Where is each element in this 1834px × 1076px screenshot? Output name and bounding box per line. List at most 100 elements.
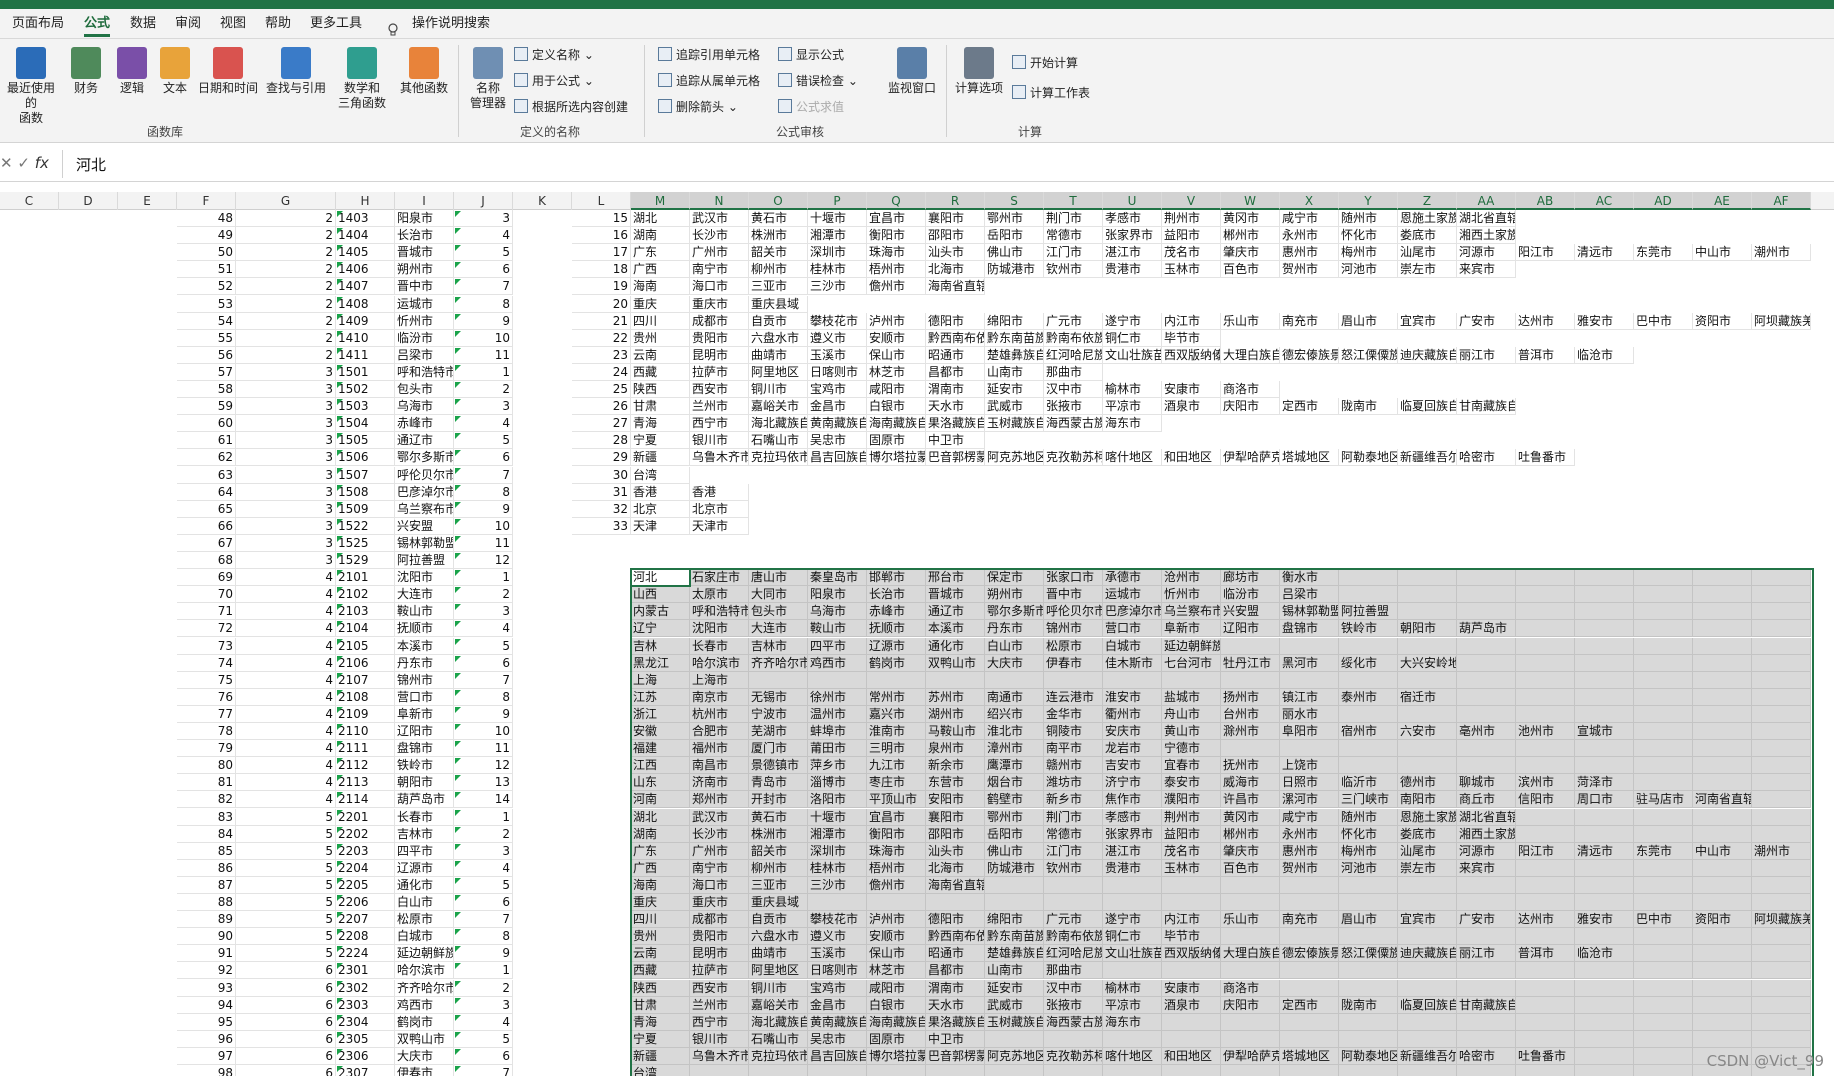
- cell-selected[interactable]: [1634, 979, 1693, 997]
- cell-selected[interactable]: [1044, 1030, 1103, 1048]
- cell-i[interactable]: 白城市: [395, 928, 454, 946]
- cell-selected[interactable]: 黄石市: [749, 808, 808, 826]
- cell-selected[interactable]: 呼和浩特市: [690, 603, 749, 621]
- cell-selected[interactable]: 果洛藏族自治州: [926, 1013, 985, 1031]
- cell-selected[interactable]: [1634, 962, 1693, 980]
- cell-i[interactable]: 沈阳市: [395, 569, 454, 587]
- lookup-button[interactable]: 查找与引用: [264, 47, 328, 96]
- cell-selected[interactable]: 广东: [631, 842, 690, 860]
- cell-region[interactable]: 商洛市: [1221, 381, 1280, 398]
- cell-selected[interactable]: 通辽市: [926, 603, 985, 621]
- cell-i[interactable]: 鞍山市: [395, 603, 454, 621]
- cell-selected[interactable]: [1634, 825, 1693, 843]
- column-header[interactable]: N: [690, 192, 749, 210]
- cell-selected[interactable]: 焦作市: [1103, 791, 1162, 809]
- cell-selected[interactable]: 蚌埠市: [808, 723, 867, 740]
- cell-region[interactable]: 常德市: [1044, 227, 1103, 245]
- cell-selected[interactable]: 营口市: [1103, 620, 1162, 638]
- cell-selected[interactable]: 临沧市: [1575, 945, 1634, 963]
- cell-region[interactable]: 德宏傣族景颇族自治州: [1280, 346, 1339, 364]
- cell-selected[interactable]: 衡水市: [1280, 569, 1339, 587]
- cell-selected[interactable]: 泰安市: [1162, 774, 1221, 792]
- tab-help[interactable]: 帮助: [265, 15, 291, 37]
- cell-selected[interactable]: [1339, 962, 1398, 980]
- cell-selected[interactable]: 山东: [631, 774, 690, 792]
- cell-selected[interactable]: [1221, 876, 1280, 894]
- cell-f[interactable]: 91: [177, 945, 236, 963]
- cell-g[interactable]: 3: [236, 363, 336, 381]
- cell-region[interactable]: 海南藏族自治州: [867, 415, 926, 433]
- column-header[interactable]: AE: [1693, 192, 1752, 210]
- cell-h[interactable]: 2224: [336, 945, 395, 963]
- cell-selected[interactable]: 海东市: [1103, 1013, 1162, 1031]
- cell-selected[interactable]: 广安市: [1457, 911, 1516, 929]
- cell-selected[interactable]: [1339, 637, 1398, 655]
- cell-region[interactable]: 衡阳市: [867, 227, 926, 245]
- cell-f[interactable]: 55: [177, 329, 236, 347]
- cell-j[interactable]: 7: [454, 911, 513, 929]
- cell-selected[interactable]: [1280, 928, 1339, 946]
- cell-i[interactable]: 通辽市: [395, 432, 454, 450]
- cell-selected[interactable]: 忻州市: [1162, 586, 1221, 604]
- cell-selected[interactable]: 泰州市: [1339, 688, 1398, 706]
- column-header[interactable]: G: [236, 192, 336, 210]
- cell-f[interactable]: 90: [177, 928, 236, 946]
- cell-selected[interactable]: 温州市: [808, 705, 867, 723]
- cell-selected[interactable]: 陇南市: [1339, 996, 1398, 1014]
- calculation-options-button[interactable]: 计算选项: [952, 47, 1006, 96]
- cell-selected[interactable]: [1752, 688, 1811, 706]
- cell-i[interactable]: 通化市: [395, 876, 454, 894]
- cell-region[interactable]: 韶关市: [749, 244, 808, 262]
- cell-g[interactable]: 3: [236, 449, 336, 467]
- cell-selected[interactable]: 铜川市: [749, 979, 808, 997]
- cell-selected[interactable]: 江门市: [1044, 842, 1103, 860]
- cell-f[interactable]: 58: [177, 381, 236, 398]
- cell-region[interactable]: 泸州市: [867, 312, 926, 330]
- cell-selected[interactable]: 湛江市: [1103, 842, 1162, 860]
- cell-j[interactable]: 1: [454, 569, 513, 587]
- cell-selected[interactable]: 平顶山市: [867, 791, 926, 809]
- cell-selected[interactable]: [1398, 1030, 1457, 1048]
- cell-selected[interactable]: [985, 876, 1044, 894]
- cell-selected[interactable]: [1162, 1030, 1221, 1048]
- cell-selected[interactable]: [1398, 705, 1457, 723]
- cell-f[interactable]: 83: [177, 808, 236, 826]
- cell-selected[interactable]: [1693, 859, 1752, 877]
- cell-selected[interactable]: 伊春市: [1044, 654, 1103, 672]
- cell-selected[interactable]: 黄冈市: [1221, 808, 1280, 826]
- cell-f[interactable]: 53: [177, 295, 236, 313]
- cell-selected[interactable]: [1221, 962, 1280, 980]
- cell-selected[interactable]: [1693, 928, 1752, 946]
- cell-selected[interactable]: 黄山市: [1162, 723, 1221, 740]
- cell-f[interactable]: 52: [177, 278, 236, 296]
- cell-region[interactable]: 乐山市: [1221, 312, 1280, 330]
- cell-selected[interactable]: 洛阳市: [808, 791, 867, 809]
- cell-selected[interactable]: [1693, 688, 1752, 706]
- cell-selected[interactable]: [1634, 740, 1693, 758]
- cell-selected[interactable]: [1398, 1065, 1457, 1076]
- cell-i[interactable]: 白山市: [395, 894, 454, 911]
- cell-selected[interactable]: [985, 1065, 1044, 1076]
- cell-j[interactable]: 3: [454, 842, 513, 860]
- cell-selected[interactable]: [1339, 586, 1398, 604]
- cell-region[interactable]: 克拉玛依市: [749, 449, 808, 467]
- cell-g[interactable]: 5: [236, 911, 336, 929]
- cell-selected[interactable]: 宜春市: [1162, 757, 1221, 775]
- cell-region[interactable]: 梧州市: [867, 261, 926, 279]
- cell-selected[interactable]: 塔城地区: [1280, 1047, 1339, 1065]
- cell-selected[interactable]: 梅州市: [1339, 842, 1398, 860]
- cell-selected[interactable]: 承德市: [1103, 569, 1162, 587]
- cell-selected[interactable]: [1162, 876, 1221, 894]
- cell-selected[interactable]: 十堰市: [808, 808, 867, 826]
- cell-row-index[interactable]: 26: [572, 398, 631, 416]
- cell-selected[interactable]: [1339, 979, 1398, 997]
- cell-j[interactable]: 12: [454, 552, 513, 569]
- cell-region[interactable]: 阿克苏地区: [985, 449, 1044, 467]
- cell-h[interactable]: 1403: [336, 210, 395, 227]
- cell-j[interactable]: 2: [454, 586, 513, 604]
- cell-selected[interactable]: 本溪市: [926, 620, 985, 638]
- cell-g[interactable]: 3: [236, 517, 336, 535]
- cell-j[interactable]: 4: [454, 1013, 513, 1031]
- cell-g[interactable]: 3: [236, 466, 336, 484]
- cell-selected[interactable]: 拉萨市: [690, 962, 749, 980]
